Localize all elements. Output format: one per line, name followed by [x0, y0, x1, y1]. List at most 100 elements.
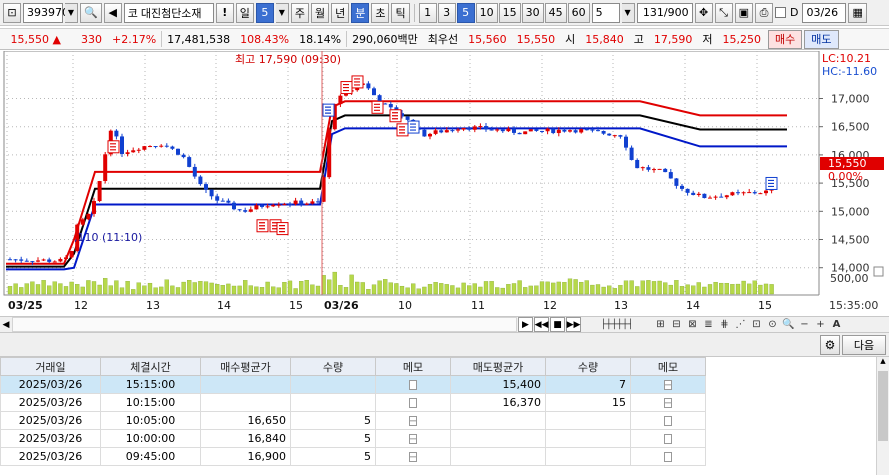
- header-buy-memo[interactable]: 메모: [375, 357, 451, 376]
- forward-icon[interactable]: ▶▶: [566, 317, 581, 332]
- interval-button-45[interactable]: 45: [544, 2, 567, 23]
- table-row[interactable]: 2025/03/26 09:45:00 16,900 5: [0, 447, 706, 466]
- table-scrollbar[interactable]: ▲: [876, 357, 889, 475]
- memo-icon[interactable]: [664, 380, 672, 390]
- gear-icon[interactable]: ⚙: [820, 335, 840, 355]
- period-second-button[interactable]: 초: [371, 2, 390, 23]
- price-chart[interactable]: 최고 17,590 (09:30) ,110 (11:10) LC:10.21 …: [0, 51, 889, 316]
- memo-icon[interactable]: [664, 452, 672, 462]
- alert-button[interactable]: !: [215, 2, 234, 23]
- period-minute-button[interactable]: 분: [351, 2, 370, 23]
- volume-axis-toggle[interactable]: [873, 266, 884, 277]
- font-size-icon[interactable]: A: [829, 317, 844, 332]
- header-buy-qty[interactable]: 수량: [290, 357, 376, 376]
- volume-bar: [198, 281, 203, 295]
- header-sell-qty[interactable]: 수량: [545, 357, 631, 376]
- header-buy-avg[interactable]: 매수평균가: [200, 357, 291, 376]
- window-icon[interactable]: ⊡: [3, 2, 21, 23]
- buy-button[interactable]: 매수: [768, 29, 803, 49]
- scroll-up-icon[interactable]: ▲: [877, 357, 889, 369]
- calendar-icon[interactable]: ▦: [848, 2, 867, 23]
- memo-icon[interactable]: [409, 416, 417, 426]
- count-input[interactable]: 131 /900: [636, 2, 693, 23]
- candle: [383, 103, 388, 105]
- chart-type-icon[interactable]: ⊡: [749, 317, 764, 332]
- interval-button-15[interactable]: 15: [498, 2, 521, 23]
- count-value: 131: [642, 6, 664, 19]
- split-view-icon[interactable]: ⊞: [653, 317, 668, 332]
- trend-icon[interactable]: ⋰: [733, 317, 748, 332]
- stock-code-input[interactable]: 393970: [23, 2, 69, 23]
- period-day-button[interactable]: 일: [235, 2, 254, 23]
- zoom-out-icon[interactable]: −: [797, 317, 812, 332]
- ruler-icon[interactable]: ⋕: [717, 317, 732, 332]
- period-day-count[interactable]: 5: [255, 2, 274, 23]
- candle: [450, 130, 455, 132]
- candle: [584, 129, 589, 131]
- sell-button[interactable]: 매도: [804, 29, 839, 49]
- scroll-track[interactable]: [12, 317, 517, 332]
- volume-bar: [131, 289, 136, 295]
- scroll-left-icon[interactable]: ◀: [0, 317, 12, 332]
- period-day-dropdown[interactable]: ▼: [275, 2, 289, 23]
- magnifier-icon[interactable]: 🔍: [781, 317, 796, 332]
- interval-button-30[interactable]: 30: [521, 2, 544, 23]
- cell-sell-qty: [545, 447, 631, 466]
- scroll-thumb[interactable]: [878, 371, 888, 441]
- header-sell-avg[interactable]: 매도평균가: [450, 357, 546, 376]
- period-month-button[interactable]: 월: [310, 2, 330, 23]
- candle: [192, 166, 197, 177]
- table-row[interactable]: 2025/03/26 10:00:00 16,840 5: [0, 429, 706, 448]
- memo-icon[interactable]: [664, 434, 672, 444]
- candle: [215, 196, 220, 201]
- period-week-button[interactable]: 주: [290, 2, 309, 23]
- header-sell-memo[interactable]: 메모: [630, 357, 706, 376]
- interval-dropdown[interactable]: ▼: [621, 2, 635, 23]
- indicator-icon[interactable]: ⊠: [685, 317, 700, 332]
- memo-icon[interactable]: [409, 452, 417, 462]
- table-row[interactable]: 2025/03/26 10:05:00 16,650 5: [0, 411, 706, 430]
- rewind-icon[interactable]: ◀◀: [534, 317, 549, 332]
- interval-button-5[interactable]: 5: [456, 2, 475, 23]
- search-icon[interactable]: 🔍: [80, 2, 102, 23]
- stock-name-field[interactable]: 코 대진첨단소재: [123, 2, 214, 23]
- fib-icon[interactable]: ≣: [701, 317, 716, 332]
- volume-bar: [623, 280, 629, 295]
- memo-icon[interactable]: [664, 398, 672, 408]
- save-icon[interactable]: ▣: [734, 2, 753, 23]
- stop-icon[interactable]: ■: [550, 317, 565, 332]
- cell-sell-qty: [545, 411, 631, 430]
- crosshair-icon[interactable]: ✥: [694, 2, 713, 23]
- candle: [741, 192, 746, 194]
- zoom-in-icon[interactable]: +: [813, 317, 828, 332]
- memo-icon[interactable]: [409, 398, 417, 408]
- date-checkbox[interactable]: [774, 7, 786, 18]
- draw-tools-icon[interactable]: ⤡: [714, 2, 733, 23]
- volume-bar: [399, 285, 405, 295]
- table-row[interactable]: 2025/03/26 15:15:00 15,400 7: [0, 375, 706, 394]
- header-exec-time[interactable]: 체결시간: [100, 357, 201, 376]
- memo-icon[interactable]: [409, 380, 417, 390]
- print-icon[interactable]: ⎙: [754, 2, 773, 23]
- interval-button-10[interactable]: 10: [475, 2, 498, 23]
- zoom-slider-icon[interactable]: ├┼┼┼┼┤: [582, 317, 652, 332]
- next-button[interactable]: 다음: [842, 335, 886, 355]
- interval-button-3[interactable]: 3: [437, 2, 456, 23]
- memo-icon[interactable]: [409, 434, 417, 444]
- settings-small-icon[interactable]: ⊙: [765, 317, 780, 332]
- date-input[interactable]: 03/26: [802, 2, 847, 23]
- interval-button-60[interactable]: 60: [567, 2, 590, 23]
- interval-button-1[interactable]: 1: [418, 2, 437, 23]
- turnover-pct: 18.14%: [299, 32, 342, 46]
- volume-bar: [355, 281, 360, 295]
- header-trade-date[interactable]: 거래일: [0, 357, 101, 376]
- interval-input[interactable]: 5: [591, 2, 620, 23]
- stock-code-dropdown[interactable]: ▼: [65, 2, 78, 23]
- speaker-icon[interactable]: ◀: [103, 2, 122, 23]
- table-row[interactable]: 2025/03/26 10:15:00 16,370 15: [0, 393, 706, 412]
- play-icon[interactable]: ▶: [518, 317, 533, 332]
- period-tick-button[interactable]: 틱: [391, 2, 410, 23]
- memo-icon[interactable]: [664, 416, 672, 426]
- period-year-button[interactable]: 년: [331, 2, 350, 23]
- layout-icon[interactable]: ⊟: [669, 317, 684, 332]
